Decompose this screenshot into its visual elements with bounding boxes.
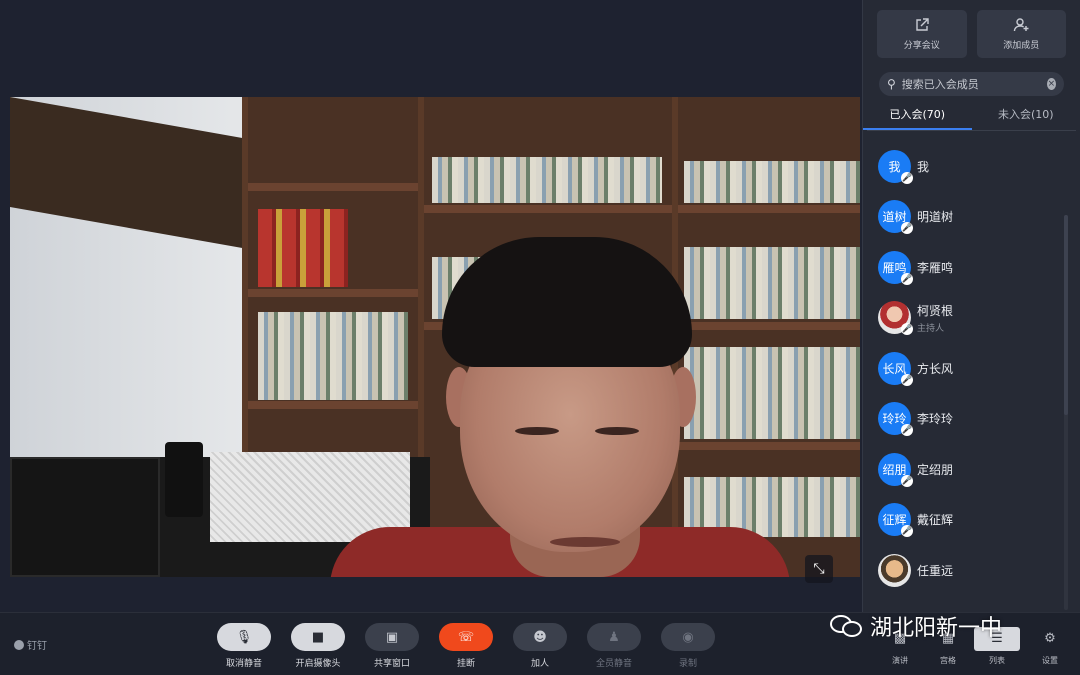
unmute-label: 取消静音: [225, 659, 262, 669]
member-row[interactable]: 玲玲 🎤 李玲玲: [863, 394, 1080, 445]
share-meeting-button[interactable]: 分享会议: [877, 10, 967, 58]
share-window-label: 共享窗口: [373, 659, 410, 669]
member-search-input[interactable]: [901, 77, 1047, 91]
member-tabs: 已入会(70) 未入会(10): [863, 104, 1080, 130]
video-speaker: [165, 442, 203, 517]
main-video-feed[interactable]: [10, 97, 860, 577]
mute-all-icon: ♟: [608, 629, 620, 645]
list-view-label: 列表: [989, 656, 1005, 665]
watermark: 湖北阳新一中: [830, 610, 1002, 642]
person-eye: [515, 427, 559, 435]
mic-icon: 🎤: [901, 323, 913, 336]
member-row[interactable]: 雁鸣 🎤 李雁鸣: [863, 242, 1080, 293]
collapse-icon: ⤡: [813, 561, 825, 577]
person-eye: [595, 427, 639, 435]
record-button[interactable]: ◉ 录制: [660, 623, 716, 669]
avatar: 道树 🎤: [878, 200, 913, 235]
grid-view-label: 宫格: [940, 656, 956, 665]
avatar: 玲玲 🎤: [878, 402, 913, 437]
mic-icon: 🎤: [901, 373, 913, 386]
start-camera-label: 开启摄像头: [295, 659, 341, 669]
participants-panel: 分享会议 添加成员 ⚲ × 已入会(70) 未入会(10) 我🎤 我: [862, 0, 1080, 612]
settings-button[interactable]: ⚙ 设置: [1030, 631, 1070, 666]
mic-icon: 🎤: [901, 525, 913, 538]
member-name: 李玲玲: [917, 412, 954, 427]
add-member-button[interactable]: 添加成员: [976, 10, 1066, 58]
speaker-view-label: 演讲: [892, 656, 908, 665]
mic-icon: 🎤: [901, 424, 913, 437]
settings-label: 设置: [1042, 656, 1058, 665]
member-name: 明道树: [917, 210, 954, 225]
mute-all-button[interactable]: ♟ 全员静音: [586, 623, 642, 669]
hang-up-icon: ☏: [457, 629, 475, 645]
member-list: 我 🎤 我 道树 🎤 明道树 雁鸣 🎤 李雁鸣 🎤 柯贤根 主持人 长风 🎤 方长: [863, 131, 1080, 596]
tab-not-joined[interactable]: 未入会(10): [972, 104, 1080, 130]
member-name: 戴征辉: [917, 513, 954, 528]
member-name: 我: [917, 159, 930, 174]
video-stage: ⤡: [0, 0, 862, 612]
record-icon: ◉: [682, 629, 694, 645]
member-search: ⚲ ×: [879, 72, 1064, 96]
hang-up-button[interactable]: ☏ 挂断: [438, 623, 494, 669]
share-icon: [916, 18, 929, 31]
member-name: 柯贤根: [917, 303, 954, 318]
video-monitor: [10, 457, 160, 577]
avatar: [878, 553, 911, 587]
avatar: 长风 🎤: [878, 351, 913, 386]
add-people-label: 加人: [530, 659, 549, 669]
meeting-window: ⤡ 分享会议 添加成员 ⚲ × 已入会(70) 未: [0, 0, 1080, 675]
avatar: 雁鸣 🎤: [878, 250, 913, 285]
record-label: 录制: [678, 659, 697, 669]
add-user-icon: ☻: [533, 629, 547, 645]
member-row[interactable]: 长风 🎤 方长风: [863, 343, 1080, 394]
member-row[interactable]: 任重远: [863, 545, 1080, 596]
avatar: 🎤: [878, 301, 913, 336]
tab-joined[interactable]: 已入会(70): [863, 104, 972, 130]
member-name: 李雁鸣: [917, 260, 954, 275]
member-name: 任重远: [917, 563, 954, 578]
member-row[interactable]: 我 🎤 我: [863, 141, 1080, 192]
avatar: 绍朋 🎤: [878, 452, 913, 487]
share-meeting-label: 分享会议: [903, 41, 940, 51]
member-row[interactable]: 道树 🎤 明道树: [863, 192, 1080, 243]
person-mouth: [550, 537, 620, 547]
member-name: 方长风: [917, 361, 954, 376]
add-user-icon: [1014, 18, 1029, 32]
screen-share-icon: ▣: [385, 629, 399, 645]
add-people-button[interactable]: ☻ 加人: [512, 623, 568, 669]
app-logo: 钉钉: [14, 637, 47, 652]
search-icon: ⚲: [887, 77, 896, 91]
member-row[interactable]: 绍朋 🎤 定绍朋: [863, 444, 1080, 495]
video-bookcase-right: [672, 97, 860, 577]
exit-fullscreen-button[interactable]: ⤡: [805, 555, 833, 583]
member-name: 定绍朋: [917, 462, 954, 477]
add-member-label: 添加成员: [1003, 41, 1040, 51]
share-window-button[interactable]: ▣ 共享窗口: [364, 623, 420, 669]
dingtalk-logo-icon: [14, 639, 24, 650]
avatar: 征辉 🎤: [878, 503, 913, 538]
panel-actions: 分享会议 添加成员: [863, 0, 1080, 58]
mic-icon: 🎤: [901, 222, 913, 235]
mic-icon: 🎤: [901, 171, 913, 184]
camera-icon: ■: [311, 629, 325, 645]
clear-search-icon[interactable]: ×: [1046, 78, 1056, 90]
wechat-icon: [830, 613, 864, 639]
member-role: 主持人: [917, 323, 945, 334]
member-row[interactable]: 🎤 柯贤根 主持人: [863, 293, 1080, 344]
scrollbar-thumb[interactable]: [1064, 215, 1068, 415]
mute-all-label: 全员静音: [595, 659, 632, 669]
gear-icon: ⚙: [1044, 631, 1056, 646]
member-row[interactable]: 征辉 🎤 戴征辉: [863, 495, 1080, 546]
watermark-text: 湖北阳新一中: [870, 616, 1003, 641]
start-camera-button[interactable]: ■ 开启摄像头: [290, 623, 346, 669]
hang-up-label: 挂断: [456, 659, 475, 669]
avatar: 我 🎤: [878, 149, 913, 184]
mic-icon: 🎤: [901, 474, 913, 487]
unmute-button[interactable]: 🎙 取消静音: [216, 623, 272, 669]
microphone-muted-icon: 🎙: [235, 629, 253, 645]
mic-icon: 🎤: [901, 272, 913, 285]
